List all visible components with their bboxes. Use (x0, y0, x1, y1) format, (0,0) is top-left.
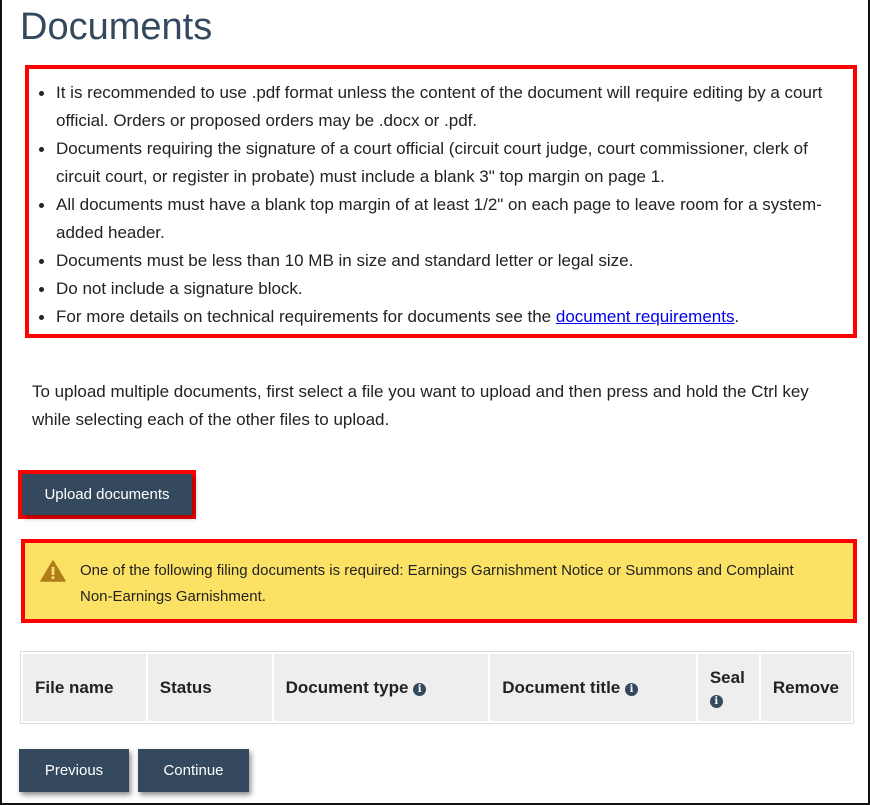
requirement-item: It is recommended to use .pdf format unl… (39, 79, 843, 135)
info-icon[interactable]: i (413, 682, 427, 696)
column-header-seal: Seal i (697, 654, 759, 721)
warning-triangle-icon (40, 560, 66, 582)
requirement-details-suffix: . (734, 307, 740, 326)
column-header-status: Status (147, 654, 272, 721)
requirement-item: Documents must be less than 10 MB in siz… (39, 247, 843, 275)
requirements-box: It is recommended to use .pdf format unl… (25, 65, 857, 338)
warning-alert: One of the following filing documents is… (21, 539, 857, 623)
info-icon[interactable]: i (709, 694, 723, 708)
warning-text: One of the following filing documents is… (80, 562, 794, 605)
previous-button[interactable]: Previous (19, 749, 129, 792)
document-requirements-link[interactable]: document requirements (556, 307, 735, 326)
requirement-item: All documents must have a blank top marg… (39, 191, 843, 247)
upload-instructions: To upload multiple documents, first sele… (32, 382, 809, 429)
requirement-item-details: For more details on technical requiremen… (39, 303, 843, 331)
upload-documents-button[interactable]: Upload documents (22, 474, 192, 515)
requirement-item: Do not include a signature block. (39, 275, 843, 303)
info-icon[interactable]: i (625, 682, 638, 696)
requirement-details-text: For more details on technical requiremen… (56, 307, 556, 326)
column-header-document-type: Document type i (273, 654, 489, 721)
continue-button[interactable]: Continue (138, 749, 249, 792)
column-header-remove: Remove (760, 654, 851, 721)
column-header-document-title: Document title i (490, 654, 696, 721)
documents-table: File name Status Document type i Documen… (20, 651, 854, 724)
page-title: Documents (20, 6, 213, 48)
table-header-row: File name Status Document type i Documen… (23, 654, 851, 721)
requirements-list: It is recommended to use .pdf format unl… (29, 79, 843, 331)
column-header-file-name: File name (23, 654, 146, 721)
requirement-item: Documents requiring the signature of a c… (39, 135, 843, 191)
upload-button-highlight: Upload documents (18, 470, 196, 519)
